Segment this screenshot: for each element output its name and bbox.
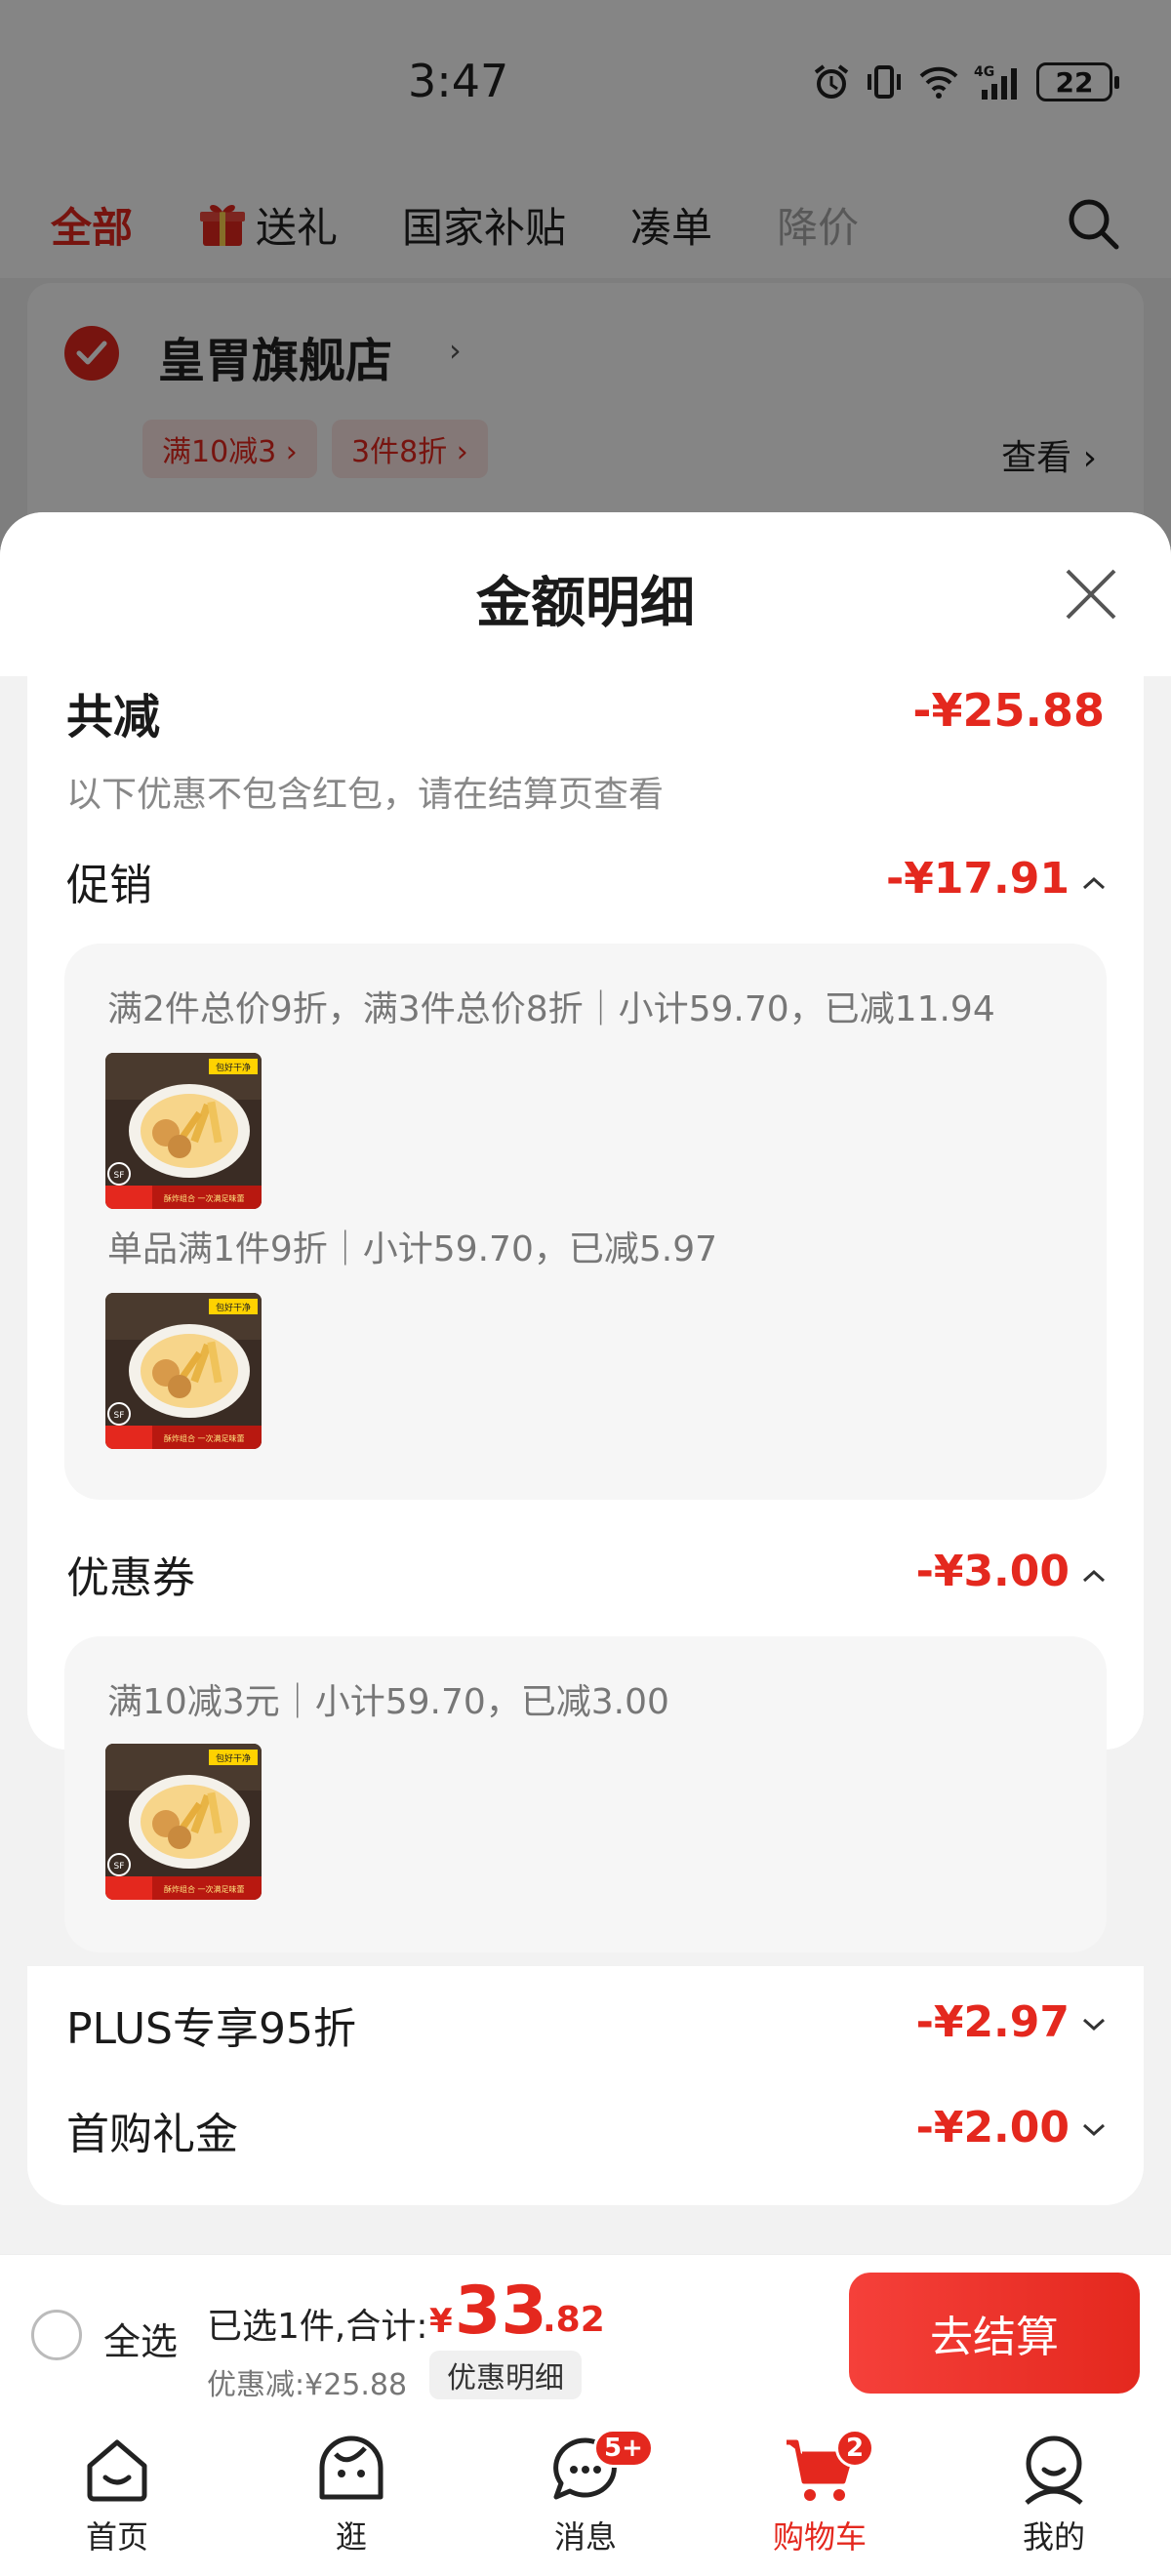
promotion-label: 促销 xyxy=(66,861,152,910)
first-purchase-gift-value[interactable]: -¥2.00 xyxy=(916,2103,1070,2153)
svg-text:包好干净: 包好干净 xyxy=(216,1302,251,1313)
promotion-value[interactable]: -¥17.91 xyxy=(886,854,1070,904)
coupon-value[interactable]: -¥3.00 xyxy=(916,1547,1070,1596)
coupon-label: 优惠券 xyxy=(66,1553,195,1603)
select-all-radio[interactable] xyxy=(31,2310,82,2360)
first-purchase-gift-label: 首购礼金 xyxy=(66,2110,238,2159)
plus-discount-value[interactable]: -¥2.97 xyxy=(916,1997,1070,2047)
home-icon xyxy=(87,2439,147,2502)
fries-image: 包好干净 SF 酥炸组合 一次满足味蕾 xyxy=(105,1293,262,1449)
promotion-rule-text: 单品满1件9折｜小计59.70，已减5.97 xyxy=(107,1229,718,1269)
checkout-bar: 全选 已选1件,合计: ¥ 33 .82 优惠减:¥25.88 优惠明细 去结算 xyxy=(0,2254,1171,2415)
nav-cart[interactable]: 购物车 2 xyxy=(751,2429,888,2569)
fries-image: 包好干净 SF 酥炸组合 一次满足味蕾 xyxy=(105,1053,262,1209)
bottom-nav: 首页 逛 消息 5+ 购物车 2 我的 xyxy=(0,2415,1171,2576)
svg-text:酥炸组合 一次满足味蕾: 酥炸组合 一次满足味蕾 xyxy=(164,1433,245,1443)
promotion-detail-box: 满2件总价9折，满3件总价8折｜小计59.70，已减11.94 包好干净 SF xyxy=(64,944,1107,1500)
svg-text:酥炸组合 一次满足味蕾: 酥炸组合 一次满足味蕾 xyxy=(164,1193,245,1203)
total-discount-value: -¥25.88 xyxy=(912,684,1105,737)
nav-label: 我的 xyxy=(1022,2518,1085,2556)
svg-text:包好干净: 包好干净 xyxy=(216,1062,251,1073)
nav-label: 消息 xyxy=(553,2518,617,2556)
profile-icon xyxy=(1025,2435,1083,2505)
promotion-rule-text: 满2件总价9折，满3件总价8折｜小计59.70，已减11.94 xyxy=(107,989,995,1029)
discount-detail-button[interactable]: 优惠明细 xyxy=(429,2351,582,2399)
svg-text:酥炸组合 一次满足味蕾: 酥炸组合 一次满足味蕾 xyxy=(164,1884,245,1894)
nav-messages[interactable]: 消息 5+ xyxy=(517,2429,654,2569)
total-discount-note: 以下优惠不包含红包，请在结算页查看 xyxy=(66,775,665,815)
chevron-up-icon[interactable] xyxy=(1081,875,1107,891)
total-amount-integer: 33 xyxy=(455,2273,547,2350)
selected-summary: 已选1件,合计: xyxy=(207,2307,428,2347)
amount-detail-sheet: 金额明细 共减 -¥25.88 以下优惠不包含红包，请在结算页查看 促销 -¥1… xyxy=(0,512,1171,2254)
nav-label: 首页 xyxy=(85,2518,148,2556)
checkout-button[interactable]: 去结算 xyxy=(849,2273,1140,2394)
coupon-detail-box: 满10减3元｜小计59.70，已减3.00 包好干净 SF 酥炸组合 一次满足味… xyxy=(64,1636,1107,1952)
sheet-title: 金额明细 xyxy=(476,572,695,635)
product-thumbnail[interactable]: 包好干净 SF 酥炸组合 一次满足味蕾 xyxy=(105,1293,262,1449)
nav-label: 购物车 xyxy=(772,2518,867,2556)
currency-symbol: ¥ xyxy=(429,2302,453,2341)
plus-discount-label: PLUS专享95折 xyxy=(66,2004,356,2054)
nav-browse[interactable]: 逛 xyxy=(283,2433,420,2569)
total-discount-label: 共减 xyxy=(66,690,161,745)
coupon-rule-text: 满10减3元｜小计59.70，已减3.00 xyxy=(107,1682,669,1722)
select-all-label[interactable]: 全选 xyxy=(103,2312,178,2365)
nav-profile[interactable]: 我的 xyxy=(986,2433,1122,2569)
product-thumbnail[interactable]: 包好干净 SF 酥炸组合 一次满足味蕾 xyxy=(105,1053,262,1209)
discount-summary: 优惠减:¥25.88 xyxy=(207,2368,408,2402)
svg-text:包好干净: 包好干净 xyxy=(216,1752,251,1764)
chevron-down-icon[interactable] xyxy=(1081,2017,1107,2033)
sheet-header: 金额明细 xyxy=(0,512,1171,676)
message-badge: 5+ xyxy=(593,2429,654,2468)
nav-home[interactable]: 首页 xyxy=(49,2433,185,2569)
sheet-body: 共减 -¥25.88 以下优惠不包含红包，请在结算页查看 促销 -¥17.91 … xyxy=(27,676,1144,1750)
cart-badge: 2 xyxy=(835,2429,875,2468)
extra-discount-card: PLUS专享95折 -¥2.97 首购礼金 -¥2.00 xyxy=(27,1966,1144,2205)
close-icon[interactable] xyxy=(1060,563,1122,625)
chevron-up-icon[interactable] xyxy=(1081,1568,1107,1584)
browse-face-icon xyxy=(319,2435,384,2500)
total-amount-decimal: .82 xyxy=(543,2300,605,2340)
product-thumbnail[interactable]: 包好干净 SF 酥炸组合 一次满足味蕾 xyxy=(105,1744,262,1900)
svg-text:SF: SF xyxy=(114,1171,125,1181)
fries-image: 包好干净 SF 酥炸组合 一次满足味蕾 xyxy=(105,1744,262,1900)
nav-label: 逛 xyxy=(335,2518,367,2556)
svg-text:SF: SF xyxy=(114,1862,125,1872)
chevron-down-icon[interactable] xyxy=(1081,2122,1107,2138)
svg-text:SF: SF xyxy=(114,1411,125,1421)
